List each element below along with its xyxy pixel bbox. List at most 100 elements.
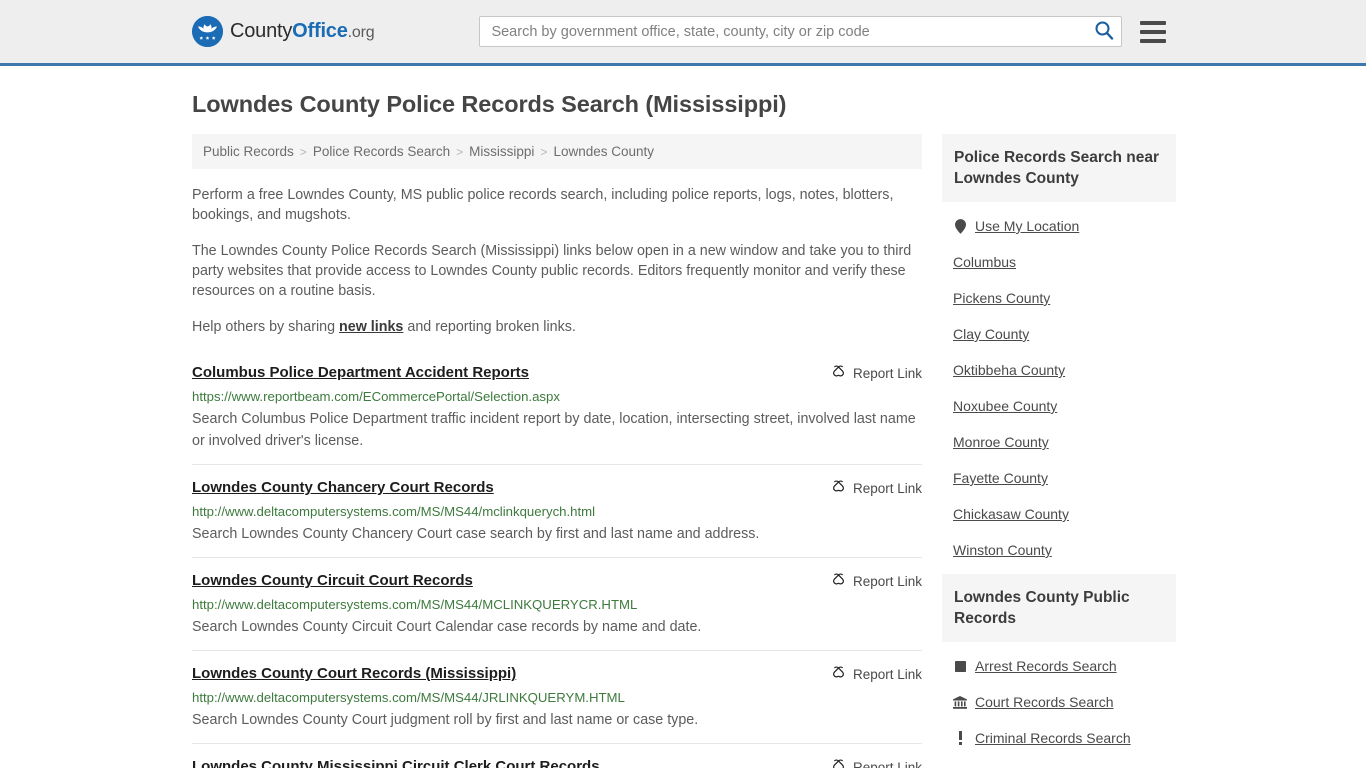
search-button[interactable] <box>1092 20 1116 44</box>
report-link-label: Report Link <box>852 480 922 496</box>
intro-text-before-link: Help others by sharing <box>192 319 340 335</box>
result-title-link[interactable]: Columbus Police Department Accident Repo… <box>192 363 529 383</box>
square-icon <box>953 659 967 674</box>
result-url[interactable]: http://www.deltacomputersystems.com/MS/M… <box>192 689 922 706</box>
intro-paragraph-1: Perform a free Lowndes County, MS public… <box>192 187 894 223</box>
eagle-seal-icon <box>192 16 223 47</box>
page-body: Lowndes County Police Records Search (Mi… <box>0 91 1366 768</box>
breadcrumb-item-lowndes-county[interactable]: Lowndes County <box>553 144 654 159</box>
broken-link-icon <box>831 479 846 497</box>
sidebar-item-noxubee-county[interactable]: Noxubee County <box>942 388 1176 424</box>
exclamation-icon <box>953 731 967 746</box>
sidebar-item-oktibbeha-county[interactable]: Oktibbeha County <box>942 352 1176 388</box>
breadcrumb-separator: > <box>299 144 307 159</box>
report-link-label: Report Link <box>852 666 922 682</box>
sidebar-link-label[interactable]: Clay County <box>953 325 1029 343</box>
sidebar-link-label[interactable]: Criminal Records Search <box>975 729 1131 747</box>
result-url[interactable]: http://www.deltacomputersystems.com/MS/M… <box>192 503 922 520</box>
sidebar-link-label[interactable]: Arrest Records Search <box>975 657 1117 675</box>
breadcrumb-item-police-records-search[interactable]: Police Records Search <box>313 144 450 159</box>
result-url[interactable]: https://www.reportbeam.com/ECommercePort… <box>192 388 922 405</box>
sidebar-item-use-my-location[interactable]: Use My Location <box>942 208 1176 244</box>
page-title: Lowndes County Police Records Search (Mi… <box>192 91 787 117</box>
report-link-label: Report Link <box>852 573 922 589</box>
sidebar-link-label[interactable]: Fayette County <box>953 469 1048 487</box>
report-link-button[interactable]: Report Link <box>831 478 922 497</box>
result-title-link[interactable]: Lowndes County Court Records (Mississipp… <box>192 664 516 684</box>
result-description: Search Columbus Police Department traffi… <box>192 411 916 449</box>
report-link-button[interactable]: Report Link <box>831 664 922 683</box>
sidebar-link-label[interactable]: Oktibbeha County <box>953 361 1065 379</box>
sidebar-item-criminal-records-search[interactable]: Criminal Records Search <box>942 720 1176 756</box>
intro-paragraph-3: Help others by sharing new links and rep… <box>192 317 922 337</box>
results-list: Columbus Police Department Accident Repo… <box>192 359 922 768</box>
broken-link-icon <box>831 364 846 382</box>
sidebar-nearby-list: Use My Location Columbus Pickens County … <box>942 202 1176 568</box>
report-link-label: Report Link <box>852 365 922 381</box>
sidebar-heading-public-records: Lowndes County Public Records <box>942 574 1176 642</box>
sidebar-link-label[interactable]: Noxubee County <box>953 397 1057 415</box>
breadcrumb-item-mississippi[interactable]: Mississippi <box>469 144 534 159</box>
new-links-link[interactable]: new links <box>339 319 403 335</box>
search-icon <box>1094 20 1114 43</box>
logo-text-office: Office <box>292 20 348 42</box>
result-title-link[interactable]: Lowndes County Circuit Court Records <box>192 571 473 591</box>
hamburger-menu-icon[interactable] <box>1140 20 1167 43</box>
result-description: Search Lowndes County Circuit Court Cale… <box>192 619 702 635</box>
intro-paragraph-2: The Lowndes County Police Records Search… <box>192 243 912 299</box>
result-url[interactable]: http://www.deltacomputersystems.com/MS/M… <box>192 596 922 613</box>
result-title-link[interactable]: Lowndes County Chancery Court Records <box>192 478 494 498</box>
sidebar-link-label[interactable]: Monroe County <box>953 433 1049 451</box>
result-description: Search Lowndes County Chancery Court cas… <box>192 526 760 542</box>
result-item: Columbus Police Department Accident Repo… <box>192 359 922 464</box>
logo-text-county: County <box>230 20 293 42</box>
sidebar-link-label[interactable]: Winston County <box>953 541 1052 559</box>
intro-text: Perform a free Lowndes County, MS public… <box>192 185 922 337</box>
sidebar-item-chickasaw-county[interactable]: Chickasaw County <box>942 496 1176 532</box>
breadcrumb-item-public-records[interactable]: Public Records <box>203 144 294 159</box>
sidebar-item-fayette-county[interactable]: Fayette County <box>942 460 1176 496</box>
sidebar-public-records-list: Arrest Records Search Court Records Sear… <box>942 642 1176 768</box>
site-logo[interactable]: CountyOffice.org <box>192 16 375 47</box>
report-link-button[interactable]: Report Link <box>831 757 922 768</box>
result-item: Lowndes County Circuit Court Records Rep… <box>192 557 922 650</box>
sidebar-item-court-records-search[interactable]: Court Records Search <box>942 684 1176 720</box>
sidebar-link-label[interactable]: Use My Location <box>975 217 1079 235</box>
broken-link-icon <box>831 572 846 590</box>
breadcrumb: Public Records > Police Records Search >… <box>192 134 922 169</box>
sidebar-item-driving-records-search[interactable]: Driving Records Search <box>942 756 1176 768</box>
breadcrumb-separator: > <box>456 144 464 159</box>
result-item: Lowndes County Chancery Court Records Re… <box>192 464 922 557</box>
map-pin-icon <box>953 218 967 234</box>
result-title-link[interactable]: Lowndes County Mississippi Circuit Clerk… <box>192 757 600 768</box>
site-header: CountyOffice.org <box>0 0 1366 66</box>
report-link-button[interactable]: Report Link <box>831 363 922 382</box>
broken-link-icon <box>831 665 846 683</box>
report-link-button[interactable]: Report Link <box>831 571 922 590</box>
sidebar-item-pickens-county[interactable]: Pickens County <box>942 280 1176 316</box>
sidebar-link-label[interactable]: Court Records Search <box>975 693 1114 711</box>
hamburger-bar <box>1140 29 1167 34</box>
result-item: Lowndes County Court Records (Mississipp… <box>192 650 922 743</box>
sidebar-item-arrest-records-search[interactable]: Arrest Records Search <box>942 648 1176 684</box>
search-input[interactable] <box>479 16 1123 47</box>
broken-link-icon <box>831 758 846 768</box>
sidebar-link-label[interactable]: Chickasaw County <box>953 505 1069 523</box>
sidebar-item-monroe-county[interactable]: Monroe County <box>942 424 1176 460</box>
sidebar-item-clay-county[interactable]: Clay County <box>942 316 1176 352</box>
sidebar-item-winston-county[interactable]: Winston County <box>942 532 1176 568</box>
logo-text-org: .org <box>347 24 375 41</box>
sidebar-link-label[interactable]: Pickens County <box>953 289 1050 307</box>
courthouse-icon <box>953 695 967 710</box>
sidebar-link-label[interactable]: Columbus <box>953 253 1016 271</box>
sidebar-heading-nearby: Police Records Search near Lowndes Count… <box>942 134 1176 202</box>
search-container <box>479 16 1123 47</box>
main-content: Public Records > Police Records Search >… <box>192 134 922 768</box>
report-link-label: Report Link <box>852 759 922 768</box>
hamburger-bar <box>1140 20 1167 25</box>
sidebar: Police Records Search near Lowndes Count… <box>942 134 1176 768</box>
site-logo-text: CountyOffice.org <box>230 20 375 43</box>
sidebar-section-public-records: Lowndes County Public Records Arrest Rec… <box>942 574 1176 768</box>
hamburger-bar <box>1140 38 1167 43</box>
sidebar-item-columbus[interactable]: Columbus <box>942 244 1176 280</box>
